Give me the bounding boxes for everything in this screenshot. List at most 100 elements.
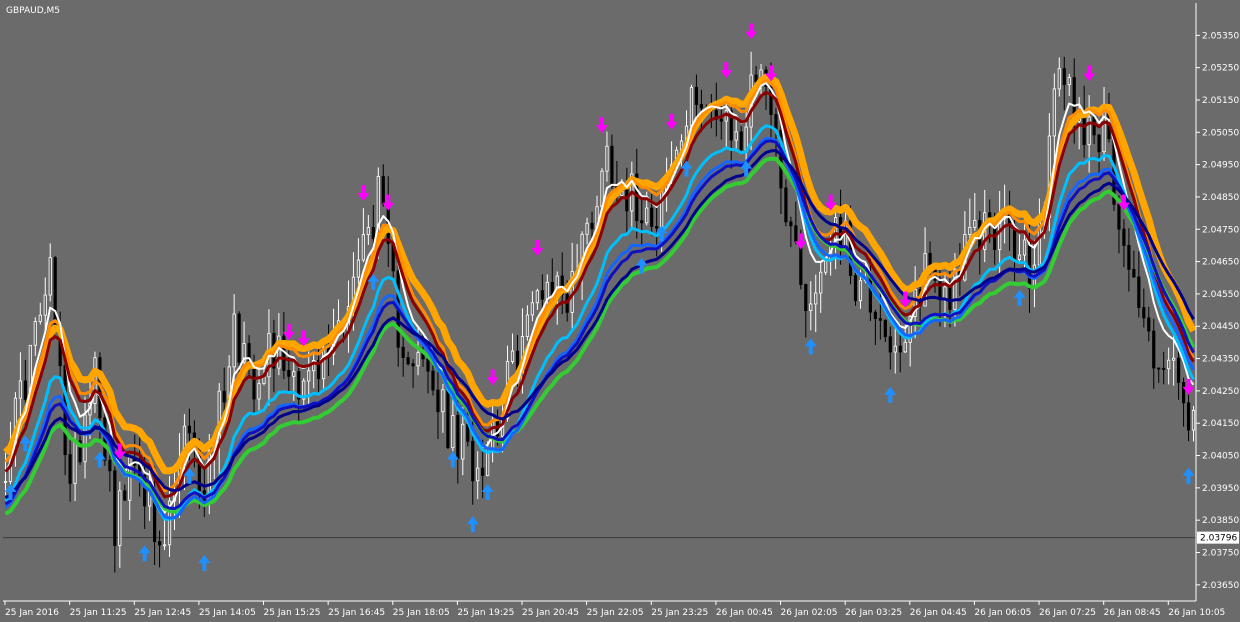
candle-body (719, 118, 723, 122)
candle-body (1017, 254, 1022, 261)
x-tick-label: 25 Jan 20:45 (522, 608, 579, 618)
candle-body (948, 286, 952, 310)
candle-body (252, 366, 256, 400)
candle-body (754, 74, 758, 83)
candle-body (366, 227, 370, 235)
candle-body (287, 370, 291, 377)
candle-body (431, 370, 435, 391)
price-chart[interactable]: 2.05350 2.05250 2.05150 2.05050 2.04950 2.048… (0, 0, 1240, 622)
candle-body (83, 414, 87, 463)
candle-body (1092, 116, 1096, 136)
candle-body (1027, 239, 1032, 289)
candle-body (540, 290, 544, 300)
candle-body (68, 454, 72, 484)
symbol-title: GBPAUD,M5 (6, 6, 60, 16)
candle-body (1152, 330, 1156, 369)
y-tick-label: 2.05350 (1202, 31, 1239, 41)
candle-body (1117, 203, 1121, 230)
candle-body (292, 371, 296, 377)
candle-body (535, 290, 539, 304)
y-tick-label: 2.04850 (1202, 193, 1239, 203)
candle-body (1062, 68, 1066, 86)
candle-body (744, 126, 748, 151)
candle-body (1097, 134, 1101, 153)
candle-body (1191, 409, 1196, 431)
candle-body (1147, 317, 1151, 332)
candle-body (699, 104, 704, 109)
candle-body (232, 313, 236, 368)
candle-body (1142, 307, 1146, 319)
candle-body (938, 279, 942, 300)
candle-body (804, 284, 808, 312)
x-tick-label: 26 Jan 10:05 (1168, 608, 1225, 618)
candle-body (441, 389, 445, 413)
candle-body (814, 292, 818, 305)
candle-body (262, 376, 266, 384)
y-tick-label: 2.05050 (1202, 128, 1239, 138)
candle-body (123, 490, 127, 501)
candle-body (456, 414, 460, 460)
candle-body (968, 226, 972, 235)
candle-body (476, 467, 480, 482)
candle-body (461, 423, 465, 460)
x-tick-label: 25 Jan 22:05 (587, 608, 644, 618)
candle-body (446, 389, 450, 449)
candle-body (108, 459, 112, 472)
x-tick-label: 25 Jan 19:25 (457, 608, 514, 618)
x-tick-label: 25 Jan 12:45 (134, 608, 191, 618)
candle-body (655, 226, 659, 229)
candle-body (257, 383, 261, 400)
candle-body (689, 86, 694, 127)
x-tick-label: 26 Jan 04:45 (910, 608, 967, 618)
candle-body (530, 302, 534, 316)
candle-body (694, 86, 699, 105)
candle-body (605, 145, 609, 172)
candle-body (1157, 367, 1161, 370)
x-tick-label: 25 Jan 23:25 (651, 608, 708, 618)
current-price-value: 2.03796 (1200, 534, 1237, 544)
y-tick-label: 2.04650 (1202, 258, 1239, 268)
x-tick-label: 26 Jan 03:25 (845, 608, 902, 618)
candle-body (1087, 116, 1091, 146)
candle-body (585, 222, 589, 235)
candle-body (1132, 268, 1136, 278)
candle-body (113, 470, 117, 546)
candle-body (356, 259, 361, 278)
y-tick-label: 2.04250 (1202, 387, 1239, 397)
candle-body (883, 319, 887, 338)
candle-body (401, 346, 405, 358)
candle-body (545, 281, 549, 300)
candle-body (471, 440, 475, 482)
candle-body (1162, 368, 1166, 370)
x-tick-label: 25 Jan 15:25 (264, 608, 321, 618)
candle-body (426, 358, 430, 372)
candle-body (739, 131, 743, 151)
candle-body (411, 363, 415, 367)
candle-body (774, 114, 778, 131)
x-tick-label: 25 Jan 16:45 (328, 608, 385, 618)
candle-body (162, 544, 167, 547)
candle-body (1172, 357, 1176, 361)
candle-body (1057, 68, 1061, 90)
y-tick-label: 2.04750 (1202, 225, 1239, 235)
x-tick-label: 25 Jan 14:05 (199, 608, 256, 618)
candle-body (406, 357, 410, 365)
candle-body (1186, 402, 1191, 431)
candle-body (1052, 88, 1056, 137)
candle-body (222, 390, 226, 403)
candle-body (789, 221, 793, 227)
candle-body (436, 389, 440, 413)
candle-body (784, 187, 788, 223)
candle-body (38, 314, 42, 322)
candle-body (1122, 228, 1126, 246)
candle-body (888, 336, 892, 353)
candle-body (3, 480, 8, 483)
candle-body (157, 541, 162, 546)
chart-window[interactable]: 2.05350 2.05250 2.05150 2.05050 2.04950 2.048… (0, 0, 1240, 622)
y-tick-label: 2.04050 (1202, 452, 1239, 462)
y-tick-label: 2.04550 (1202, 290, 1239, 300)
y-tick-label: 2.04350 (1202, 355, 1239, 365)
candle-body (510, 350, 515, 362)
candle-body (451, 414, 455, 449)
candle-body (33, 321, 37, 346)
